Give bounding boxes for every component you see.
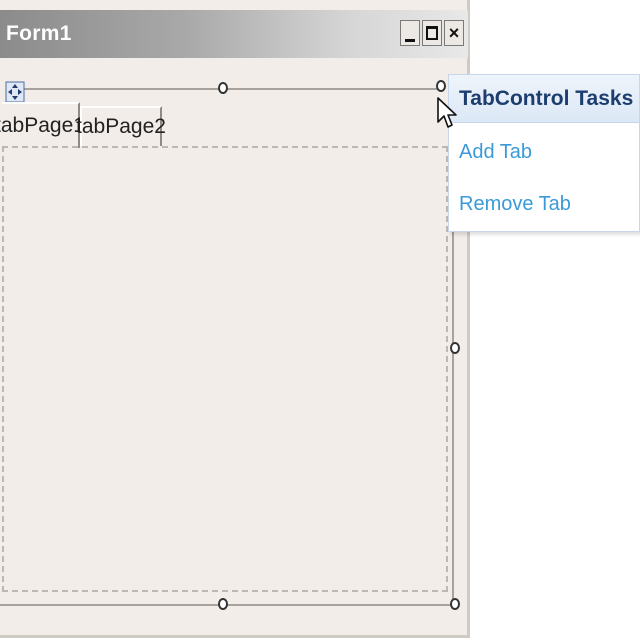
- window-title: Form1: [6, 22, 72, 45]
- tab-tabpage1[interactable]: tabPage1: [0, 102, 85, 148]
- close-icon: ×: [448, 23, 460, 43]
- resize-handle-bottom-right[interactable]: [450, 598, 460, 610]
- resize-handle-top[interactable]: [218, 82, 228, 94]
- tab-label: tabPage1: [0, 114, 85, 137]
- selection-border-top: [16, 88, 442, 90]
- tabcontrol-tasks-panel: TabControl Tasks Add Tab Remove Tab: [448, 74, 640, 232]
- tab-tabpage2[interactable]: tabPage2: [76, 106, 166, 146]
- title-bar[interactable]: Form1 ×: [0, 10, 468, 58]
- tab-page-panel[interactable]: [2, 146, 448, 592]
- add-tab-link[interactable]: Add Tab: [459, 141, 532, 164]
- minimize-icon: [405, 38, 415, 42]
- resize-handle-right[interactable]: [450, 342, 460, 354]
- tasks-panel-header: TabControl Tasks: [449, 75, 639, 123]
- tab-label: tabPage2: [76, 115, 166, 138]
- form-window: Form1 × tabPage1 tabPage2: [0, 0, 470, 638]
- minimize-button[interactable]: [400, 20, 420, 46]
- maximize-button[interactable]: [422, 20, 442, 46]
- maximize-icon: [426, 26, 438, 40]
- close-button[interactable]: ×: [444, 20, 464, 46]
- resize-handle-bottom[interactable]: [218, 598, 228, 610]
- caption-buttons: ×: [400, 20, 464, 46]
- mouse-pointer-icon: [437, 97, 457, 128]
- smart-tag-handle[interactable]: [436, 80, 446, 92]
- move-handle-icon[interactable]: [4, 80, 26, 104]
- remove-tab-link[interactable]: Remove Tab: [459, 193, 571, 216]
